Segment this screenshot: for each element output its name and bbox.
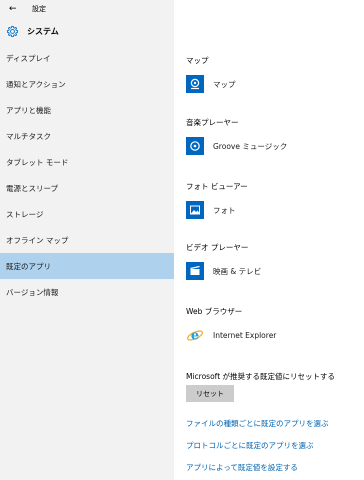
default-photos-group: フォト ビューアー フォト xyxy=(186,181,248,221)
gear-icon xyxy=(6,25,19,38)
svg-text:e: e xyxy=(191,329,199,344)
sidebar: ← 設定 システム ディスプレイ 通知とアクション アプリと機能 マルチタスク … xyxy=(0,0,174,480)
back-arrow-icon[interactable]: ← xyxy=(9,4,19,14)
default-app-button[interactable]: マップ xyxy=(186,73,236,95)
internet-explorer-icon: e xyxy=(186,326,204,344)
default-maps-group: マップ マップ xyxy=(186,55,236,95)
choose-by-protocol-link[interactable]: プロトコルごとに既定のアプリを選ぶ xyxy=(186,440,314,451)
sidebar-item-display[interactable]: ディスプレイ xyxy=(0,45,174,71)
app-name: Groove ミュージック xyxy=(213,141,288,151)
app-name: 映画 & テレビ xyxy=(213,266,262,276)
app-name: フォト xyxy=(213,205,236,215)
default-browser-group: Web ブラウザー e Internet Explorer xyxy=(186,306,276,346)
window-title: 設定 xyxy=(32,5,46,13)
set-defaults-by-app-link[interactable]: アプリによって既定値を設定する xyxy=(186,462,298,473)
category-label: 音楽プレーヤー xyxy=(186,118,239,127)
sidebar-item-about[interactable]: バージョン情報 xyxy=(0,279,174,305)
category-label: マップ xyxy=(186,56,209,65)
app-name: マップ xyxy=(213,79,236,89)
settings-window: ← 設定 システム ディスプレイ 通知とアクション アプリと機能 マルチタスク … xyxy=(0,0,364,480)
sidebar-item-notifications[interactable]: 通知とアクション xyxy=(0,71,174,97)
default-app-button[interactable]: 映画 & テレビ xyxy=(186,260,261,282)
sidebar-item-storage[interactable]: ストレージ xyxy=(0,201,174,227)
default-app-button[interactable]: Groove ミュージック xyxy=(186,135,287,157)
category-label: フォト ビューアー xyxy=(186,182,248,191)
sidebar-item-tablet-mode[interactable]: タブレット モード xyxy=(0,149,174,175)
section-header: システム xyxy=(0,18,174,45)
groove-music-icon xyxy=(186,137,204,155)
choose-by-file-type-link[interactable]: ファイルの種類ごとに既定のアプリを選ぶ xyxy=(186,418,329,429)
sidebar-item-power-sleep[interactable]: 電源とスリープ xyxy=(0,175,174,201)
movies-tv-icon xyxy=(186,262,204,280)
section-title: システム xyxy=(27,27,59,36)
app-name: Internet Explorer xyxy=(213,330,277,340)
sidebar-nav: ディスプレイ 通知とアクション アプリと機能 マルチタスク タブレット モード … xyxy=(0,45,174,305)
sidebar-item-multitasking[interactable]: マルチタスク xyxy=(0,123,174,149)
default-music-group: 音楽プレーヤー Groove ミュージック xyxy=(186,117,287,157)
sidebar-item-apps-features[interactable]: アプリと機能 xyxy=(0,97,174,123)
sidebar-item-default-apps[interactable]: 既定のアプリ xyxy=(0,253,174,279)
sidebar-item-offline-maps[interactable]: オフライン マップ xyxy=(0,227,174,253)
main-content: マップ マップ 音楽プレーヤー Groove ミュージック フォト ビューアー … xyxy=(174,0,364,480)
default-app-button[interactable]: フォト xyxy=(186,199,248,221)
reset-button[interactable]: リセット xyxy=(186,385,234,402)
default-app-button[interactable]: e Internet Explorer xyxy=(186,324,276,346)
category-label: Web ブラウザー xyxy=(186,307,243,316)
default-video-group: ビデオ プレーヤー 映画 & テレビ xyxy=(186,242,261,282)
title-bar: ← 設定 xyxy=(0,0,174,18)
category-label: ビデオ プレーヤー xyxy=(186,243,249,252)
maps-icon xyxy=(186,75,204,93)
photos-icon xyxy=(186,201,204,219)
reset-description: Microsoft が推奨する既定値にリセットする xyxy=(186,372,336,381)
